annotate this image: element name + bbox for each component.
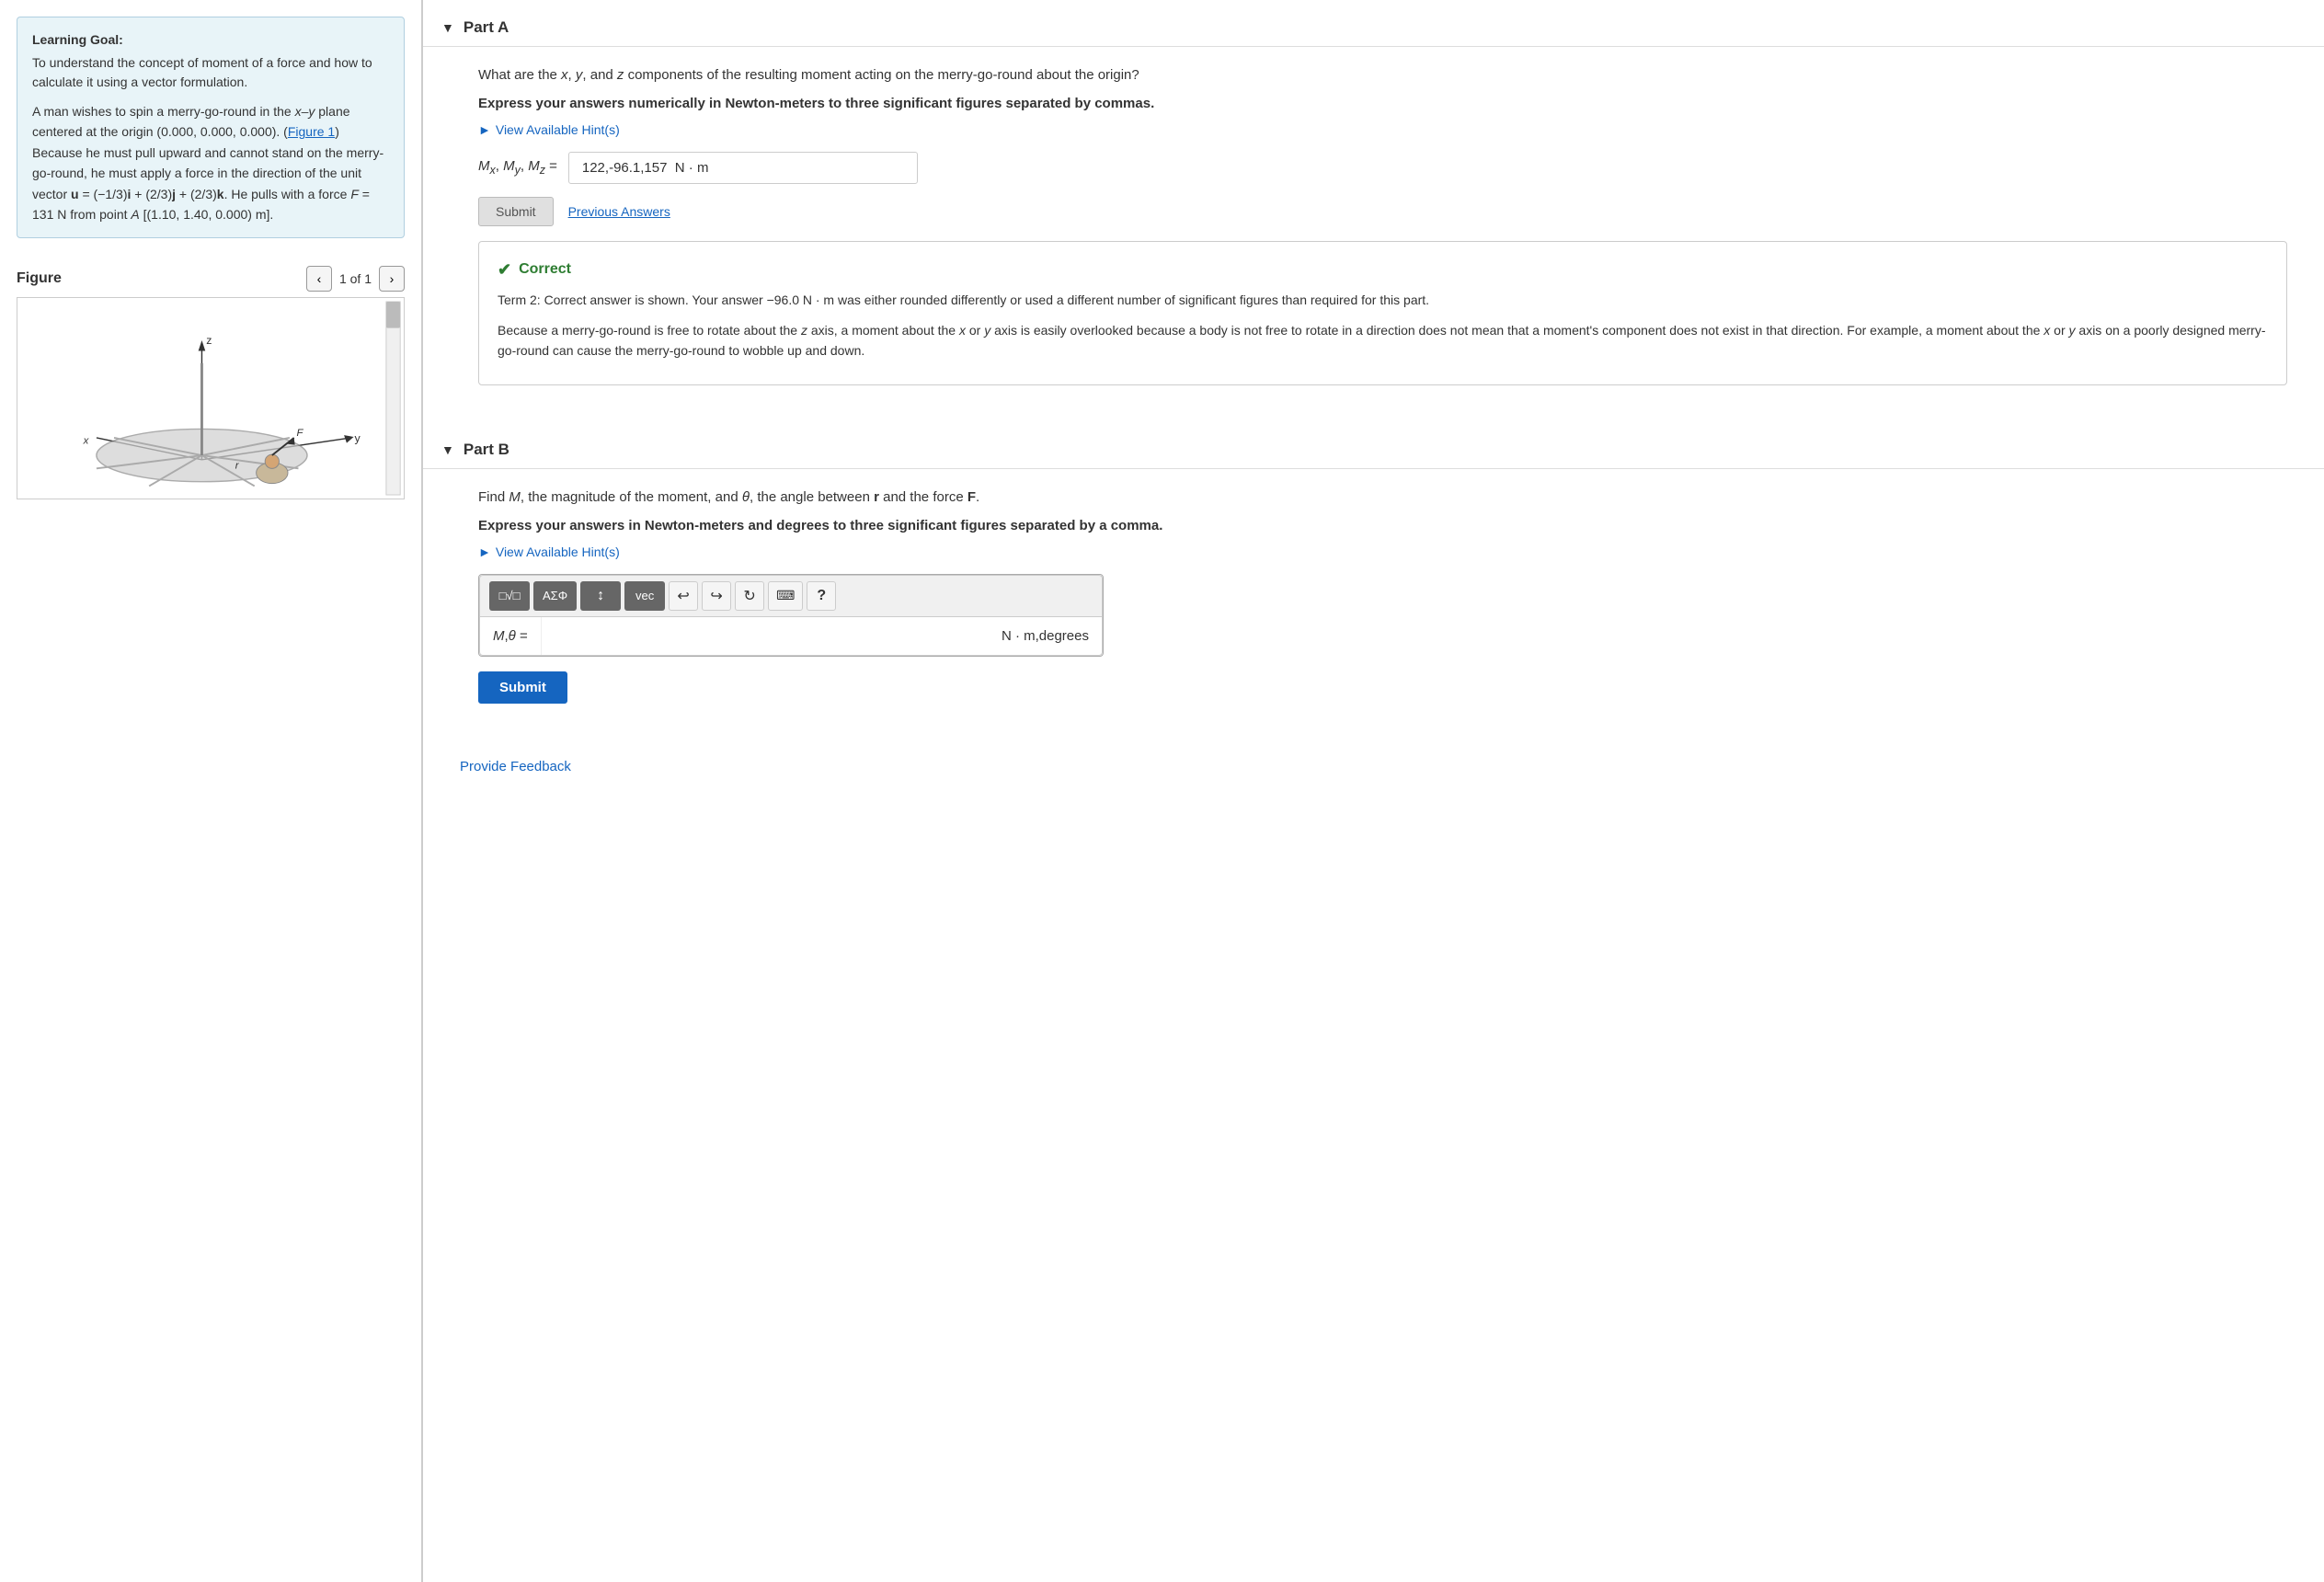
part-b-express: Express your answers in Newton-meters an… xyxy=(478,518,2287,533)
figure-prev-button[interactable]: ‹ xyxy=(306,266,332,292)
math-editor-wrapper: □√□ AΣΦ ↕ vec ↩ ↪ ↻ ⌨ ? M,θ = N · m,degr… xyxy=(478,574,1104,657)
part-a-section: ▼ Part A What are the x, y, and z compon… xyxy=(423,9,2324,404)
part-a-answer-input[interactable] xyxy=(568,152,918,184)
svg-text:y: y xyxy=(355,432,361,445)
part-a-answer-label: Mx, My, Mz = xyxy=(478,158,557,177)
learning-goal-box: Learning Goal: To understand the concept… xyxy=(17,17,405,238)
vec-button[interactable]: vec xyxy=(624,581,665,611)
part-a-label: Part A xyxy=(464,18,509,37)
part-b-answer-label: M,θ = xyxy=(480,617,542,655)
correct-check-icon: ✔ xyxy=(498,257,511,283)
part-b-answer-input[interactable] xyxy=(542,617,989,655)
part-b-question: Find M, the magnitude of the moment, and… xyxy=(478,487,2287,509)
undo-button[interactable]: ↩ xyxy=(669,581,698,611)
part-b-body: Find M, the magnitude of the moment, and… xyxy=(423,469,2324,722)
hint-arrow-icon-b: ► xyxy=(478,545,491,559)
help-button[interactable]: ? xyxy=(807,581,836,611)
learning-goal-title: Learning Goal: xyxy=(32,30,389,50)
learning-goal-text2: A man wishes to spin a merry-go-round in… xyxy=(32,101,389,224)
part-b-submit-button[interactable]: Submit xyxy=(478,671,567,704)
figure-next-button[interactable]: › xyxy=(379,266,405,292)
math-editor-area: M,θ = N · m,degrees xyxy=(479,616,1103,656)
figure-title: Figure xyxy=(17,270,62,287)
part-a-submit-button[interactable]: Submit xyxy=(478,197,554,226)
part-a-submit-row: Submit Previous Answers xyxy=(478,197,2287,226)
provide-feedback-section: Provide Feedback xyxy=(423,750,2324,784)
part-a-body: What are the x, y, and z components of t… xyxy=(423,47,2324,404)
part-a-prev-answers-link[interactable]: Previous Answers xyxy=(568,204,670,219)
svg-text:x: x xyxy=(83,436,90,447)
figure-section: Figure ‹ 1 of 1 › z y xyxy=(17,266,405,499)
part-b-submit-row: Submit xyxy=(478,671,2287,704)
part-b-answer-unit: N · m,degrees xyxy=(989,617,1102,655)
math-toolbar: □√□ AΣΦ ↕ vec ↩ ↪ ↻ ⌨ ? xyxy=(479,575,1103,616)
figure-header: Figure ‹ 1 of 1 › xyxy=(17,266,405,292)
sigma-button[interactable]: AΣΦ xyxy=(533,581,577,611)
part-a-feedback-term: Term 2: Correct answer is shown. Your an… xyxy=(498,290,2268,310)
keyboard-button[interactable]: ⌨ xyxy=(768,581,803,611)
part-b-header: ▼ Part B xyxy=(423,431,2324,469)
part-a-hint-link[interactable]: ► View Available Hint(s) xyxy=(478,122,2287,137)
left-panel: Learning Goal: To understand the concept… xyxy=(0,0,423,1582)
part-a-feedback-header: ✔ Correct xyxy=(498,257,2268,283)
hint-arrow-icon: ► xyxy=(478,122,491,137)
right-panel: ▼ Part A What are the x, y, and z compon… xyxy=(423,0,2324,1582)
svg-text:z: z xyxy=(206,334,212,347)
part-a-header: ▼ Part A xyxy=(423,9,2324,47)
part-a-express: Express your answers numerically in Newt… xyxy=(478,96,2287,111)
figure-canvas: z y xyxy=(17,297,405,499)
part-b-hint-link[interactable]: ► View Available Hint(s) xyxy=(478,545,2287,559)
figure-page-indicator: 1 of 1 xyxy=(339,271,372,286)
part-a-feedback-extra: Because a merry-go-round is free to rota… xyxy=(498,320,2268,361)
sqrt-button[interactable]: □√□ xyxy=(489,581,530,611)
part-a-chevron[interactable]: ▼ xyxy=(441,20,454,35)
svg-text:F: F xyxy=(297,428,304,439)
part-a-feedback-box: ✔ Correct Term 2: Correct answer is show… xyxy=(478,241,2287,386)
updown-button[interactable]: ↕ xyxy=(580,581,621,611)
figure-link[interactable]: Figure 1 xyxy=(288,124,335,139)
provide-feedback-link[interactable]: Provide Feedback xyxy=(460,759,571,774)
refresh-button[interactable]: ↻ xyxy=(735,581,764,611)
part-b-label: Part B xyxy=(464,441,509,459)
learning-goal-text1: To understand the concept of moment of a… xyxy=(32,53,389,92)
redo-button[interactable]: ↪ xyxy=(702,581,731,611)
part-a-question: What are the x, y, and z components of t… xyxy=(478,65,2287,86)
part-b-section: ▼ Part B Find M, the magnitude of the mo… xyxy=(423,431,2324,722)
feedback-title: Correct xyxy=(519,258,571,281)
part-b-chevron[interactable]: ▼ xyxy=(441,442,454,457)
figure-nav-controls: ‹ 1 of 1 › xyxy=(306,266,405,292)
part-a-answer-row: Mx, My, Mz = xyxy=(478,152,2287,184)
